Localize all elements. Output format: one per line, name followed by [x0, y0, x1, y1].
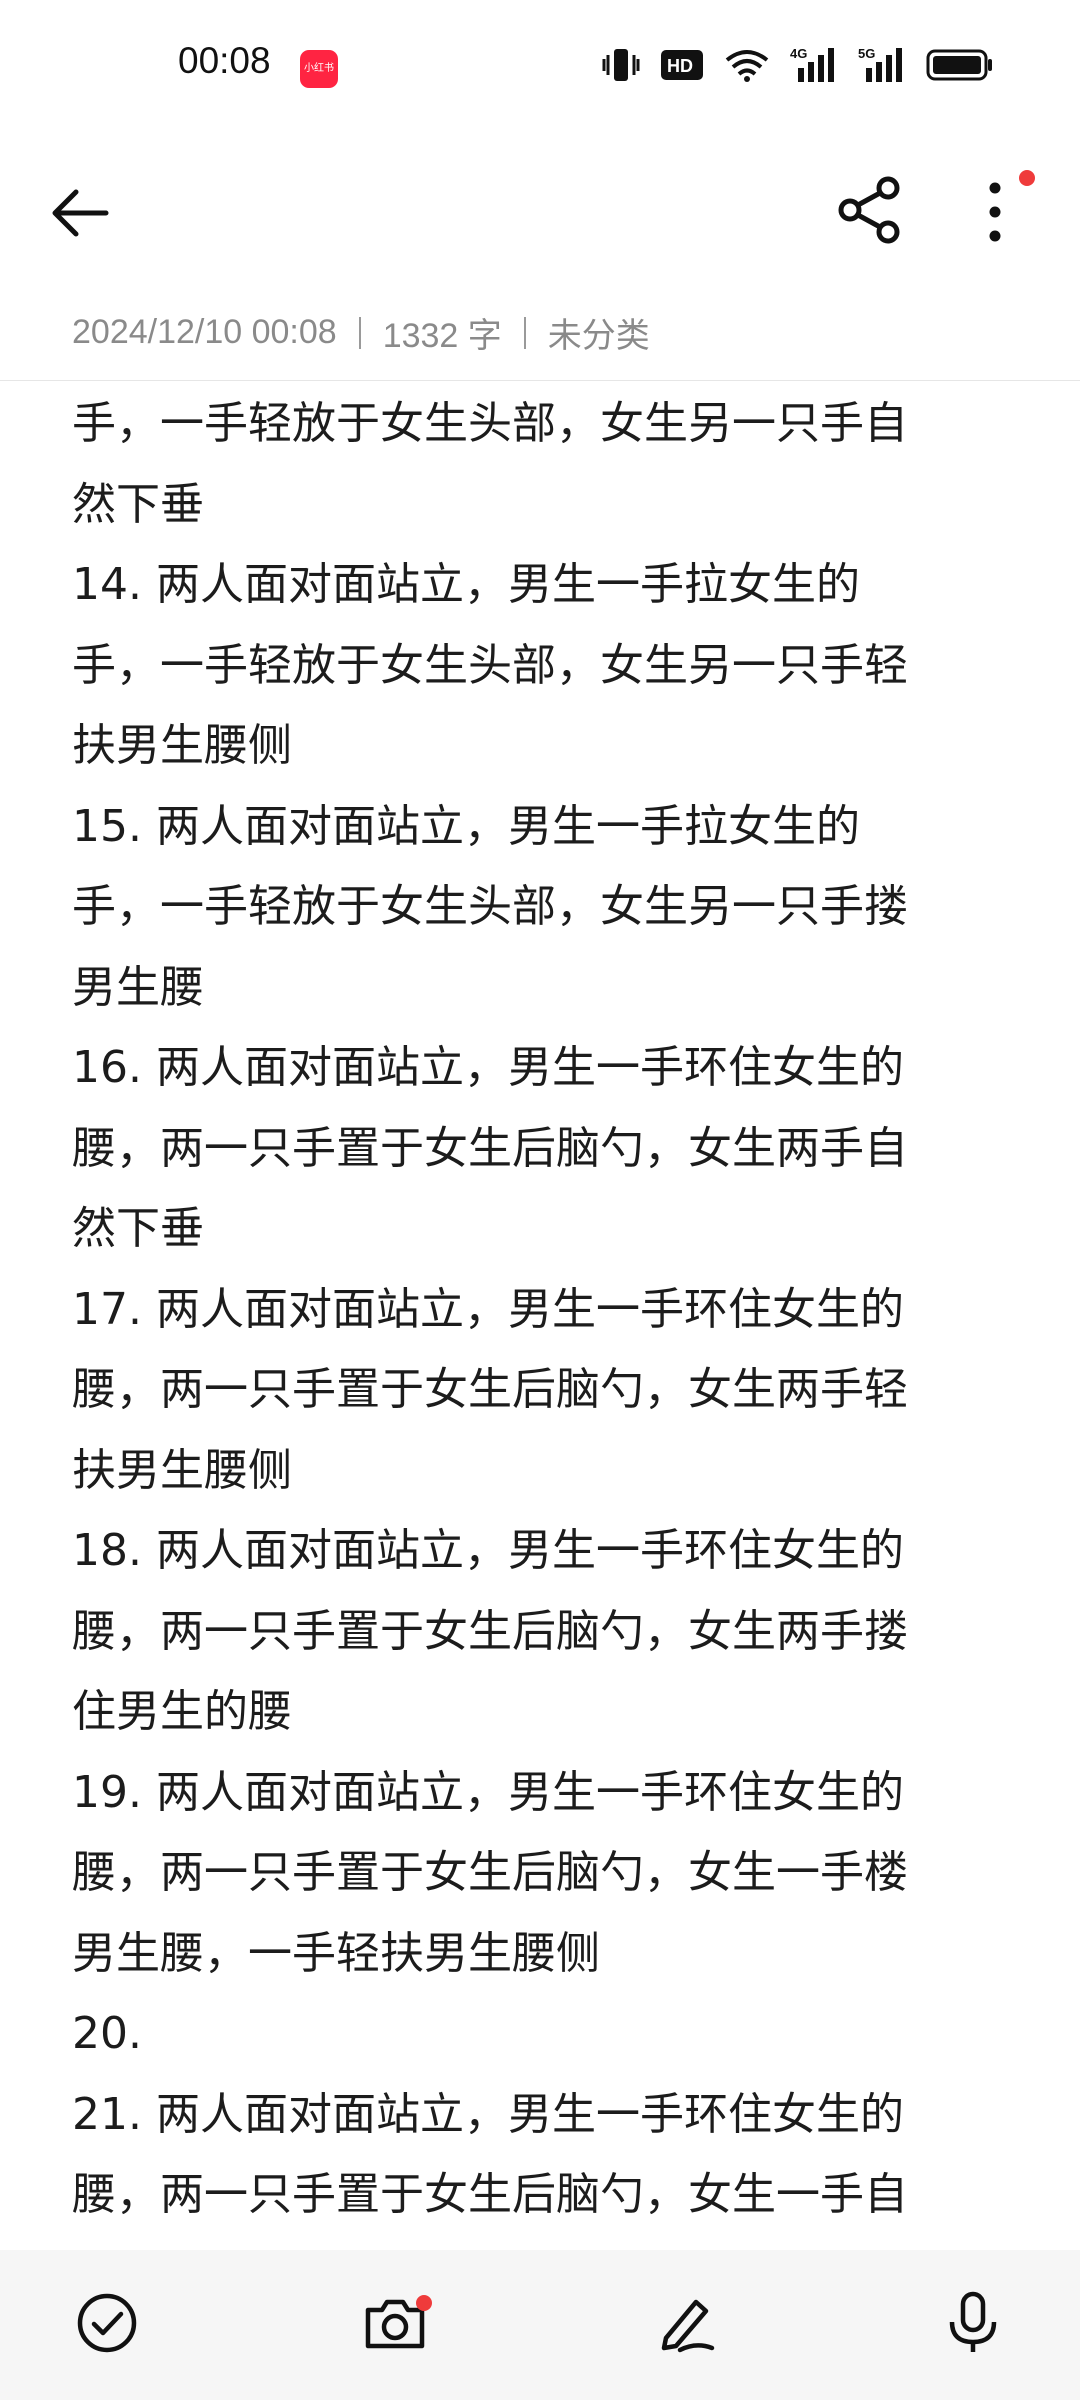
handwriting-button[interactable] [652, 2288, 722, 2358]
signal-5g-icon: 5G [858, 46, 906, 84]
back-arrow-icon [52, 189, 109, 237]
note-line: 男生腰 [72, 961, 204, 1013]
microphone-icon [949, 2291, 997, 2352]
note-line: 扶男生腰侧 [72, 1444, 292, 1496]
note-line: 住男生的腰 [72, 1686, 292, 1737]
note-line: 17. 两人面对面站立，男生一手环住女生的 [72, 1283, 904, 1335]
note-line: 手，一手轻放于女生头部，女生另一只手轻 [72, 639, 908, 691]
bottom-toolbar [0, 2250, 1080, 2400]
note-line: 腰，两一只手置于女生后脑勺，女生一手楼 [72, 1847, 908, 1898]
vibrate-icon [602, 47, 640, 83]
note-editor[interactable]: 手，一手轻放于女生头部，女生另一只手自 然下垂 14. 两人面对面站立，男生一手… [72, 384, 1012, 2250]
note-line: 腰，两一只手置于女生后脑勺，女生两手轻 [72, 1364, 908, 1415]
note-line: 腰，两一只手置于女生后脑勺，女生两手自 [72, 1122, 908, 1174]
note-line: 然下垂 [72, 1203, 204, 1254]
note-line: 手，一手轻放于女生头部，女生另一只手搂 [72, 881, 908, 932]
note-line: 扶男生腰侧 [72, 720, 292, 771]
note-datetime: 2024/12/10 00:08 [72, 313, 337, 351]
notification-dot [416, 2295, 432, 2311]
note-line: 男生腰，一手轻扶男生腰侧 [72, 1927, 600, 1979]
note-line: 16. 两人面对面站立，男生一手环住女生的 [72, 1042, 904, 1093]
pen-icon [661, 2299, 715, 2353]
more-options-button[interactable] [970, 172, 1020, 252]
wifi-icon [724, 48, 770, 82]
voice-input-button[interactable] [938, 2288, 1008, 2358]
top-app-bar [0, 150, 1080, 270]
note-line: 18. 两人面对面站立，男生一手环住女生的 [72, 1525, 904, 1576]
note-line: 腰，两一只手置于女生后脑勺，女生一手自 [72, 2169, 908, 2220]
checklist-button[interactable] [72, 2288, 142, 2358]
note-line: 21. 两人面对面站立，男生一手环住女生的 [72, 2088, 904, 2140]
status-time: 00:08 [178, 40, 271, 81]
note-line: 然下垂 [72, 478, 204, 530]
note-line: 15. 两人面对面站立，男生一手拉女生的 [72, 800, 860, 852]
checklist-icon [77, 2293, 137, 2353]
svg-text:HD: HD [667, 56, 693, 76]
hd-icon: HD [660, 49, 704, 81]
more-vertical-icon [989, 182, 1001, 242]
divider [0, 380, 1080, 381]
note-line: 手，一手轻放于女生头部，女生另一只手自 [72, 398, 908, 449]
status-bar: 00:08 小红书 HD 4G 5G [0, 0, 1080, 140]
back-button[interactable] [46, 178, 116, 248]
meta-separator [523, 316, 526, 349]
note-line: 20. [72, 2008, 142, 2059]
meta-separator [358, 316, 361, 349]
note-meta: 2024/12/10 00:08 1332 字 未分类 [72, 308, 650, 357]
note-word-count: 1332 字 [382, 317, 502, 355]
notification-dot [1019, 170, 1035, 186]
note-category[interactable]: 未分类 [548, 308, 650, 357]
share-button[interactable] [832, 172, 908, 248]
svg-text:5G: 5G [858, 46, 875, 61]
xiaohongshu-app-icon: 小红书 [300, 50, 338, 88]
note-line: 19. 两人面对面站立，男生一手环住女生的 [72, 1766, 904, 1818]
signal-4g-icon: 4G [790, 46, 838, 84]
svg-text:4G: 4G [790, 46, 807, 61]
share-icon [838, 176, 900, 244]
status-icons: HD 4G 5G [602, 46, 994, 84]
note-line: 14. 两人面对面站立，男生一手拉女生的 [72, 559, 860, 610]
note-line: 腰，两一只手置于女生后脑勺，女生两手搂 [72, 1605, 908, 1657]
battery-icon [926, 49, 994, 81]
